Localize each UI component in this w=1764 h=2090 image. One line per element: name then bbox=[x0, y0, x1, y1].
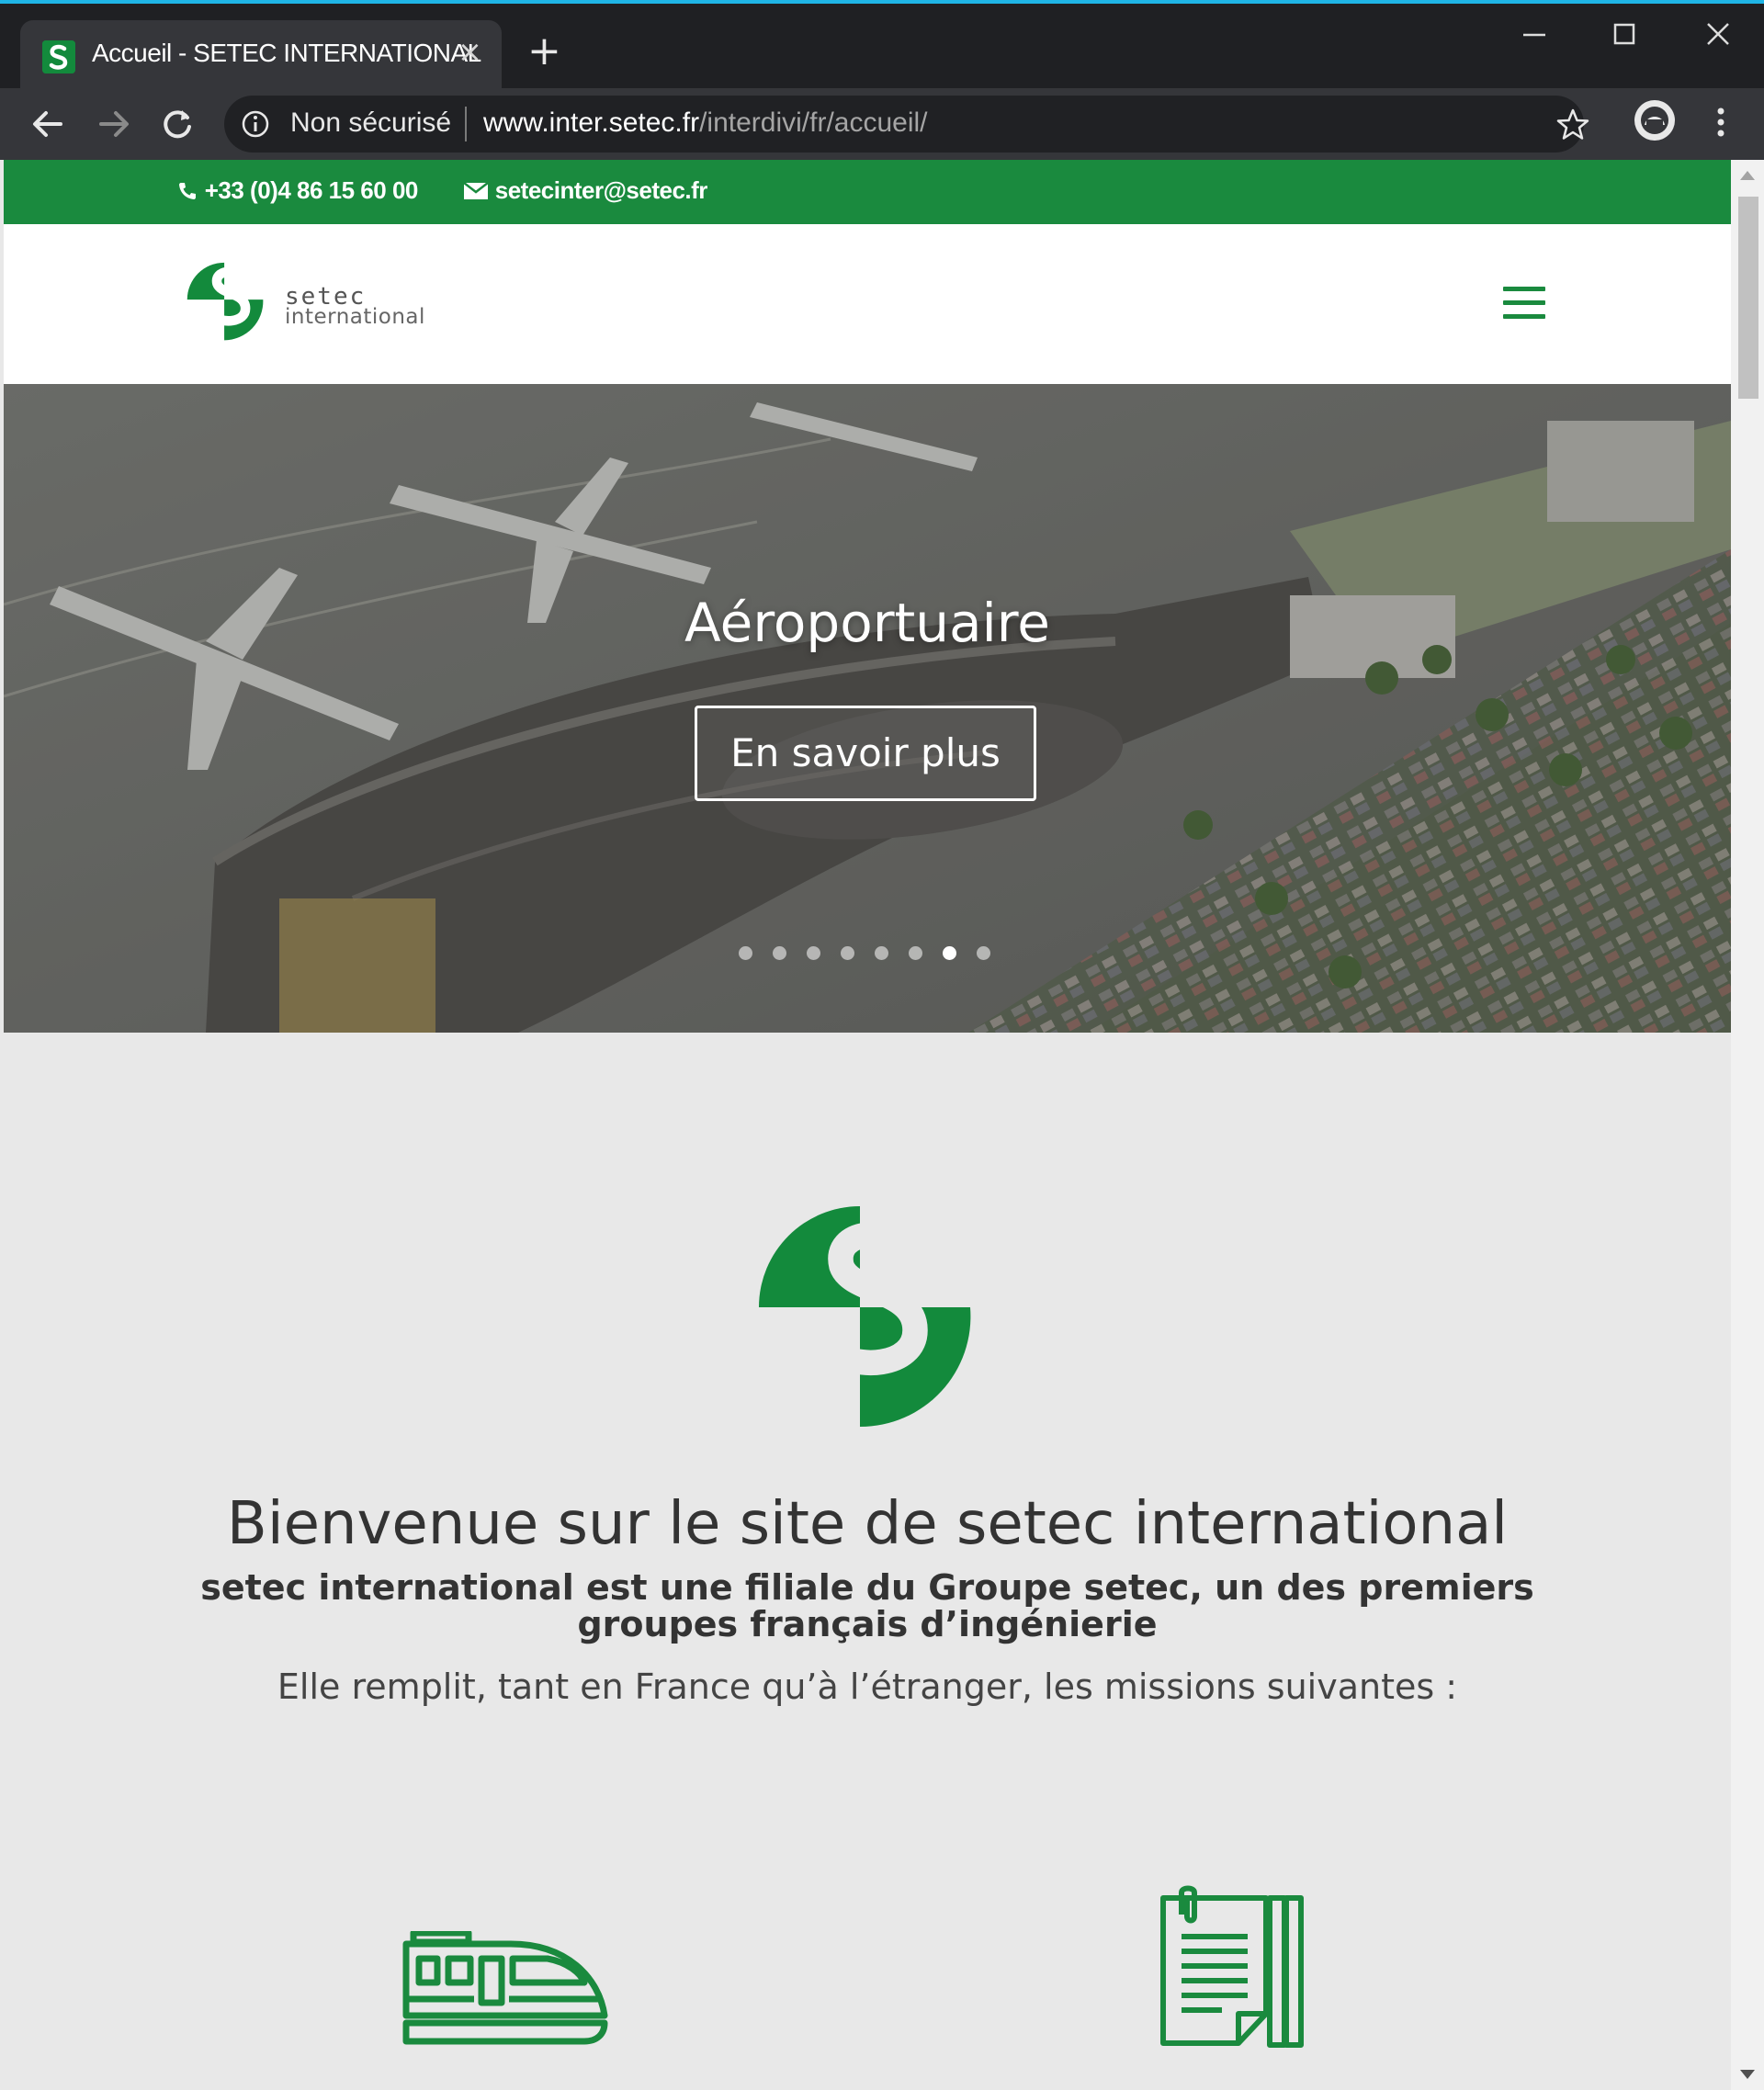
slider-dot-2[interactable] bbox=[773, 946, 786, 960]
forward-icon[interactable] bbox=[90, 101, 136, 147]
security-label[interactable]: Non sécurisé bbox=[290, 107, 451, 139]
profile-icon[interactable] bbox=[1632, 97, 1678, 143]
info-icon[interactable] bbox=[241, 109, 270, 139]
address-bar[interactable]: Non sécurisé www.inter.setec.fr/interdiv… bbox=[224, 96, 1589, 153]
vertical-scrollbar[interactable] bbox=[1731, 160, 1764, 2090]
slider-dot-1[interactable] bbox=[739, 946, 752, 960]
slide-title: Aéroportuaire bbox=[684, 592, 1050, 654]
tab-close-icon[interactable]: × bbox=[458, 37, 482, 66]
browser-tab[interactable]: Accueil - SETEC INTERNATIONAL × bbox=[20, 20, 502, 92]
welcome-title: Bienvenue sur le site de setec internati… bbox=[226, 1490, 1509, 1558]
scroll-down-icon[interactable] bbox=[1740, 2070, 1755, 2079]
tab-title: Accueil - SETEC INTERNATIONAL bbox=[92, 39, 481, 67]
phone-icon bbox=[179, 183, 196, 199]
favicon-icon bbox=[42, 40, 75, 73]
phone-link[interactable]: +33 (0)4 86 15 60 00 bbox=[176, 176, 418, 205]
star-icon[interactable] bbox=[1555, 107, 1591, 143]
menu-icon[interactable] bbox=[1707, 99, 1735, 145]
train-icon bbox=[401, 1929, 612, 2050]
hamburger-menu-icon[interactable] bbox=[1503, 287, 1547, 322]
tab-bar: Accueil - SETEC INTERNATIONAL × + bbox=[0, 4, 1764, 92]
slider-dot-4[interactable] bbox=[841, 946, 854, 960]
slider-dots bbox=[739, 946, 1005, 965]
browser-toolbar: Non sécurisé www.inter.setec.fr/interdiv… bbox=[0, 88, 1764, 160]
url-separator bbox=[465, 107, 467, 141]
url-text[interactable]: www.inter.setec.fr/interdivi/fr/accueil/ bbox=[483, 107, 928, 139]
contact-bar: +33 (0)4 86 15 60 00 setecinter@setec.fr bbox=[4, 160, 1731, 224]
envelope-icon bbox=[463, 182, 489, 199]
maximize-icon[interactable] bbox=[1597, 17, 1652, 53]
new-tab-button[interactable]: + bbox=[527, 31, 561, 72]
slider-dot-6[interactable] bbox=[909, 946, 922, 960]
email-link[interactable]: setecinter@setec.fr bbox=[463, 176, 707, 205]
document-icon bbox=[1158, 1885, 1306, 2050]
page-viewport: +33 (0)4 86 15 60 00 setecinter@setec.fr… bbox=[4, 160, 1731, 2090]
email-address: setecinter@setec.fr bbox=[494, 176, 708, 204]
back-icon[interactable] bbox=[26, 101, 72, 147]
hero-slider: Aéroportuaire En savoir plus bbox=[4, 384, 1731, 1033]
site-header: setec international bbox=[4, 224, 1731, 384]
scroll-thumb[interactable] bbox=[1738, 197, 1758, 399]
logo-text-international[interactable]: international bbox=[285, 305, 425, 329]
setec-logo-icon[interactable] bbox=[182, 259, 270, 347]
slider-dot-5[interactable] bbox=[875, 946, 888, 960]
welcome-subtitle: setec international est une filiale du G… bbox=[200, 1567, 1534, 1644]
url-path: /interdivi/fr/accueil/ bbox=[699, 107, 928, 138]
slider-dot-3[interactable] bbox=[807, 946, 820, 960]
scroll-up-icon[interactable] bbox=[1740, 171, 1755, 180]
learn-more-button[interactable]: En savoir plus bbox=[695, 706, 1036, 801]
slider-dot-8[interactable] bbox=[977, 946, 990, 960]
minimize-icon[interactable] bbox=[1507, 17, 1562, 53]
phone-number: +33 (0)4 86 15 60 00 bbox=[204, 176, 419, 204]
url-host: www.inter.setec.fr bbox=[483, 107, 700, 138]
welcome-text: Elle remplit, tant en France qu’à l’étra… bbox=[277, 1666, 1458, 1707]
reload-icon[interactable] bbox=[154, 101, 200, 147]
close-icon[interactable] bbox=[1690, 17, 1746, 53]
setec-large-logo-icon bbox=[750, 1202, 979, 1431]
slider-dot-7[interactable] bbox=[943, 946, 956, 960]
